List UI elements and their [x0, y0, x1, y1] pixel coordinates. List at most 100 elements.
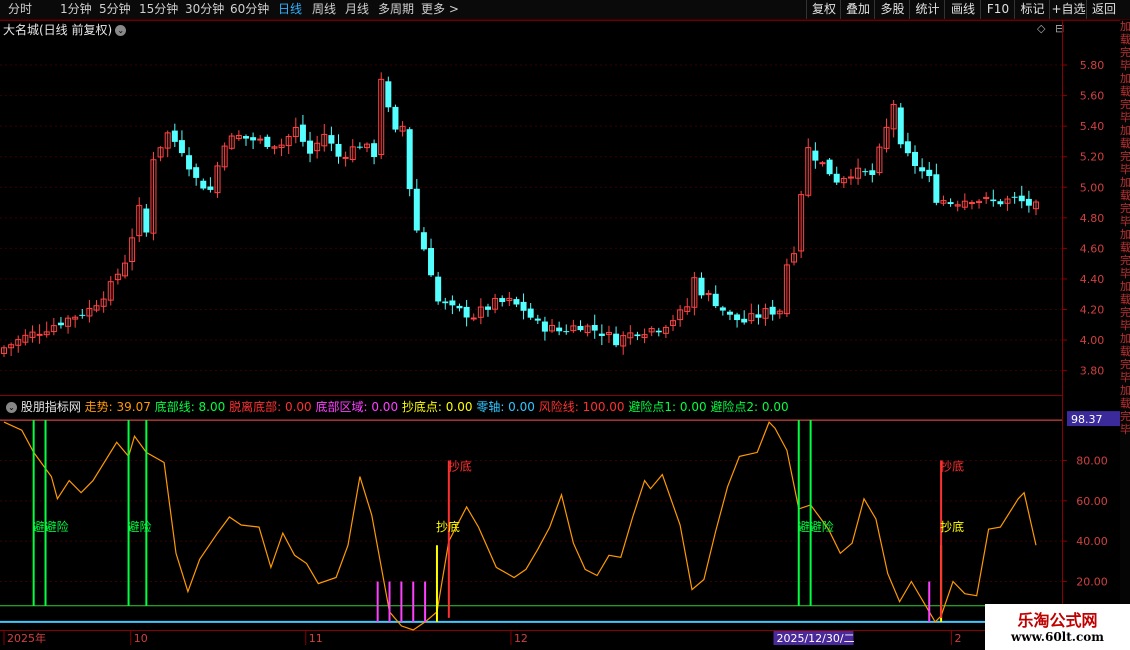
signal-annotation: 避险	[128, 519, 152, 534]
candle-body	[968, 202, 975, 205]
candle-body	[819, 162, 826, 165]
candle-body	[264, 136, 271, 147]
signal-annotation: 抄底	[940, 519, 964, 534]
candle-body	[257, 138, 264, 141]
date-label: 11	[309, 632, 323, 645]
date-label: 12	[514, 632, 528, 645]
candle-body	[392, 106, 399, 130]
candle-body	[79, 314, 86, 316]
candle-body	[705, 293, 712, 296]
indicator-tick-label: 60.00	[1076, 495, 1108, 508]
candle-body	[613, 333, 620, 346]
signal-annotation: 避避险	[798, 519, 834, 534]
legend-item-7: 避险点1: 0.00	[628, 400, 711, 414]
candle-body	[919, 167, 926, 172]
indicator-name[interactable]: 股朋指标网	[21, 400, 85, 414]
watermark-url: www.60lt.com	[1011, 630, 1104, 644]
candle-body	[406, 129, 413, 190]
watermark-logo: 乐淘公式网 www.60lt.com	[985, 604, 1130, 650]
candle-body	[933, 174, 940, 203]
price-tick-label: 4.60	[1080, 242, 1105, 255]
candle-body	[371, 143, 378, 158]
legend-item-4: 抄底点: 0.00	[401, 400, 477, 414]
candle-body	[712, 293, 719, 307]
trend-line	[3, 421, 1037, 631]
price-tick-label: 5.60	[1080, 90, 1105, 103]
signal-annotation: 避避险	[33, 519, 69, 534]
candle-body	[335, 143, 342, 157]
candle-body	[990, 199, 997, 202]
signal-annotation: 抄底	[448, 459, 472, 474]
candle-body	[456, 305, 463, 309]
candle-body	[912, 151, 919, 166]
price-tick-label: 5.00	[1080, 181, 1105, 194]
candle-body	[250, 137, 257, 141]
price-tick-label: 5.80	[1080, 59, 1105, 72]
price-tick-label: 4.40	[1080, 273, 1105, 286]
candle-body	[926, 169, 933, 177]
candle-body	[862, 171, 869, 173]
legend-item-3: 底部区域: 0.00	[315, 400, 402, 414]
candle-body	[534, 318, 541, 321]
price-tick-label: 4.00	[1080, 334, 1105, 347]
candle-body	[734, 314, 741, 321]
candle-body	[527, 308, 534, 318]
legend-item-8: 避险点2: 0.00	[710, 400, 789, 414]
cursor-date-label: 2025/12/30/二	[776, 632, 854, 645]
candle-body	[833, 173, 840, 183]
candle-body	[1018, 195, 1025, 202]
price-tick-label: 4.20	[1080, 303, 1105, 316]
indicator-tick-label: 40.00	[1076, 535, 1108, 548]
candle-body	[435, 276, 442, 302]
candle-body	[698, 277, 705, 296]
date-label: 2025年	[7, 631, 46, 645]
legend-item-5: 零轴: 0.00	[476, 400, 539, 414]
price-tick-label: 4.80	[1080, 212, 1105, 225]
candle-body	[556, 327, 563, 332]
candle-body	[193, 167, 200, 178]
indicator-tick-label: 20.00	[1076, 576, 1108, 589]
candle-body	[634, 334, 641, 337]
candle-body	[726, 311, 733, 315]
legend-item-6: 风险线: 100.00	[538, 400, 629, 414]
candle-body	[997, 201, 1004, 205]
candle-body	[420, 232, 427, 250]
candle-body	[577, 325, 584, 331]
value-badge: 98.37	[1071, 413, 1103, 426]
candle-body	[655, 330, 662, 333]
price-tick-label: 5.40	[1080, 120, 1105, 133]
candle-body	[385, 81, 392, 108]
candle-body	[826, 159, 833, 175]
candle-body	[591, 324, 598, 331]
candle-body	[598, 333, 605, 336]
candle-body	[1011, 196, 1018, 198]
candle-body	[143, 208, 150, 233]
candle-body	[442, 301, 449, 304]
candle-body	[541, 321, 548, 332]
date-label: 2	[955, 632, 962, 645]
indicator-tick-label: 80.00	[1076, 454, 1108, 467]
candle-body	[769, 306, 776, 315]
candle-body	[299, 124, 306, 142]
date-label: 10	[134, 632, 148, 645]
candle-body	[463, 306, 470, 318]
candle-body	[242, 136, 249, 139]
candle-body	[36, 333, 43, 336]
candle-body	[428, 247, 435, 276]
signal-annotation: 抄底	[436, 519, 460, 534]
candle-body	[470, 317, 477, 320]
candle-body	[342, 156, 349, 159]
candle-body	[200, 180, 207, 189]
candle-body	[563, 331, 570, 333]
candle-body	[869, 170, 876, 175]
candle-body	[897, 107, 904, 145]
candle-body	[513, 299, 520, 305]
signal-annotation: 抄底	[940, 459, 964, 474]
candle-body	[178, 140, 185, 154]
collapse-indicator-icon[interactable]: ⌄	[6, 402, 17, 413]
candle-body	[719, 307, 726, 311]
candle-body	[171, 130, 178, 142]
candle-body	[1025, 198, 1032, 206]
kline-chart[interactable]: 5.80 5.60 5.40 5.20 5.00 4.80 4.60 4.40 4.20 4.00…	[0, 0, 1130, 650]
candle-body	[356, 146, 363, 148]
